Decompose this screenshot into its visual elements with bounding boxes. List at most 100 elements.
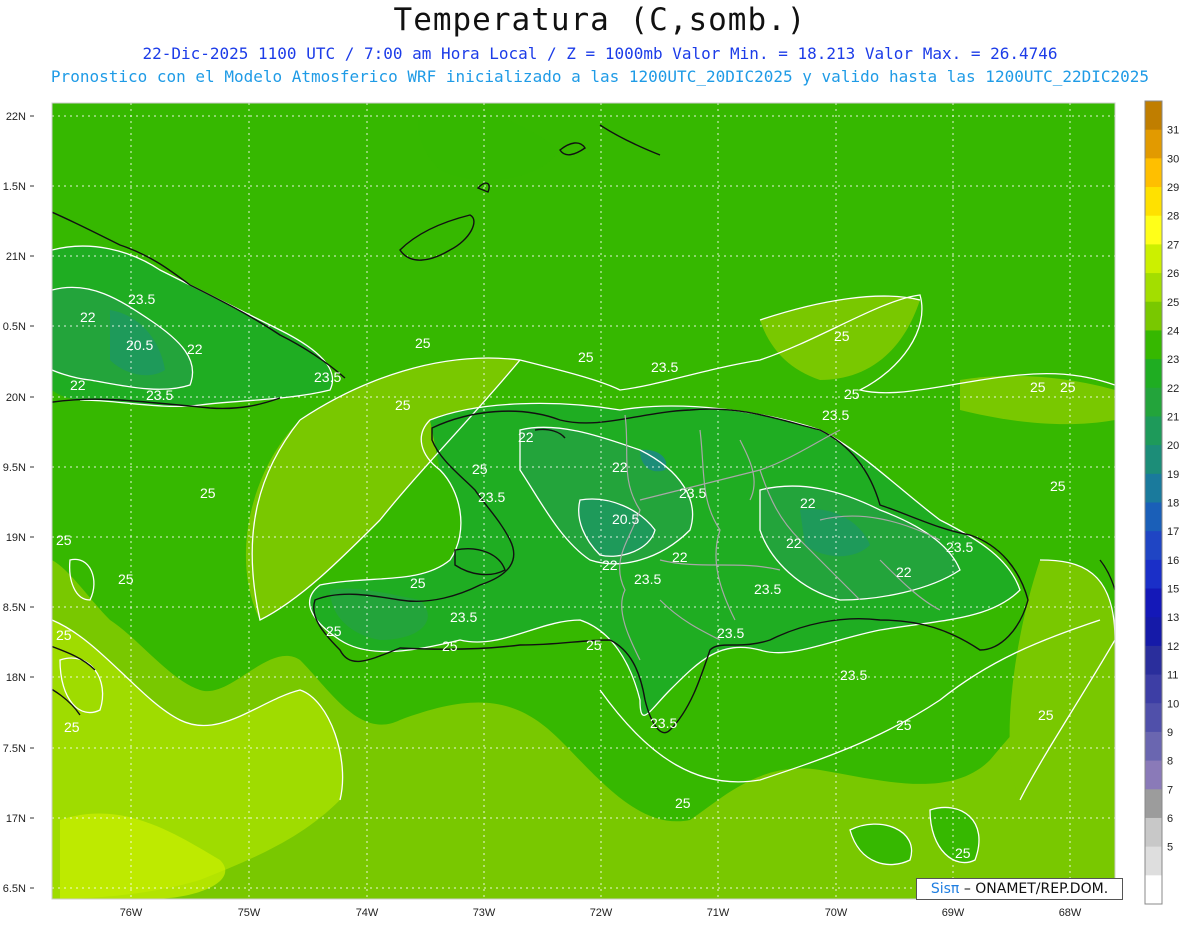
colorbar-label: 8 (1167, 756, 1173, 768)
contour-label: 25 (118, 571, 134, 587)
colorbar-label: 21 (1167, 411, 1179, 423)
colorbar-label: 11 (1167, 670, 1178, 682)
colorbar: 31 30 29 28 27 26 25 24 23 22 21 20 19 18 17 16 15 13 12 11… (1144, 100, 1179, 905)
contour-label: 25 (472, 461, 488, 477)
colorbar-label: 9 (1167, 727, 1173, 739)
contour-label: 25 (410, 575, 426, 591)
temperature-map: 23.5 22 20.5 22 22 23.5 25 25 25 25 23.5… (3, 100, 1179, 919)
shaded-field (52, 103, 1115, 899)
colorbar-label: 17 (1167, 526, 1179, 538)
colorbar-swatch (1145, 129, 1162, 159)
contour-label: 25 (586, 637, 602, 653)
colorbar-label: 30 (1167, 153, 1179, 165)
contour-label: 25 (395, 397, 411, 413)
colorbar-swatch (1145, 416, 1162, 446)
colorbar-label: 31 (1167, 125, 1179, 137)
colorbar-label: 24 (1167, 325, 1179, 337)
colorbar-label: 7 (1167, 784, 1173, 796)
contour-label: 22 (896, 564, 912, 580)
colorbar-swatch (1145, 817, 1162, 848)
lon-label: 71W (707, 907, 730, 919)
lat-label: 19N (6, 532, 26, 544)
colorbar-swatch (1145, 703, 1162, 733)
colorbar-swatch (1145, 617, 1162, 647)
colorbar-swatch (1145, 559, 1162, 590)
credit-text: – ONAMET/REP.DOM. (963, 881, 1109, 897)
colorbar-swatch (1145, 731, 1162, 762)
colorbar-label: 18 (1167, 498, 1179, 510)
colorbar-swatch (1145, 760, 1162, 790)
contour-label: 25 (1050, 478, 1066, 494)
colorbar-swatch (1145, 846, 1162, 876)
colorbar-label: 10 (1167, 698, 1179, 710)
latitude-labels: 22N 1.5N 21N 0.5N 20N 9.5N 19N 8.5N 18N … (3, 111, 26, 895)
credit-box: Sisπ – ONAMET/REP.DOM. (916, 878, 1123, 900)
contour-label: 23.5 (314, 369, 341, 385)
contour-label: 25 (200, 485, 216, 501)
lat-label: 22N (6, 111, 26, 123)
lat-label: 8.5N (3, 602, 26, 614)
lat-label: 1.5N (3, 181, 26, 193)
contour-label: 25 (56, 627, 72, 643)
colorbar-label: 16 (1167, 555, 1179, 567)
contour-label: 23.5 (478, 489, 505, 505)
contour-label: 25 (326, 623, 342, 639)
lon-label: 74W (356, 907, 379, 919)
contour-label: 25 (834, 328, 850, 344)
colorbar-swatch (1145, 158, 1162, 188)
colorbar-label: 26 (1167, 268, 1179, 280)
longitude-labels: 76W 75W 74W 73W 72W 71W 70W 69W 68W (120, 907, 1082, 919)
colorbar-label: 25 (1167, 297, 1179, 309)
lat-label: 20N (6, 392, 26, 404)
colorbar-swatch (1145, 101, 1162, 131)
colorbar-label: 15 (1167, 584, 1179, 596)
contour-label: 23.5 (717, 625, 744, 641)
colorbar-swatch (1145, 244, 1162, 274)
svg-text:23.5: 23.5 (840, 667, 867, 683)
contour-label: 22 (518, 429, 534, 445)
lat-label: 9.5N (3, 462, 26, 474)
contour-label: 23.5 (146, 387, 173, 403)
colorbar-label: 22 (1167, 383, 1179, 395)
contour-label: 25 (578, 349, 594, 365)
colorbar-label: 13 (1167, 612, 1179, 624)
contour-label: 22 (80, 309, 96, 325)
contour-label: 20.5 (612, 511, 639, 527)
contour-label: 22 (187, 341, 203, 357)
lon-label: 73W (473, 907, 496, 919)
svg-text:23.5: 23.5 (450, 609, 477, 625)
colorbar-swatch (1145, 789, 1162, 819)
colorbar-label: 19 (1167, 469, 1179, 481)
contour-label: 23.5 (128, 291, 155, 307)
lon-label: 75W (238, 907, 261, 919)
contour-label: 20.5 (126, 337, 153, 353)
lat-label: 7.5N (3, 743, 26, 755)
svg-text:23.5: 23.5 (650, 715, 677, 731)
colorbar-label: 23 (1167, 354, 1179, 366)
colorbar-swatch (1145, 359, 1162, 389)
contour-label: 23.5 (946, 539, 973, 555)
lon-label: 76W (120, 907, 143, 919)
contour-label: 23.5 (754, 581, 781, 597)
contour-label: 23.5 (651, 359, 678, 375)
contour-label: 22 (70, 377, 86, 393)
lat-label: 21N (6, 251, 26, 263)
colorbar-swatch (1145, 215, 1162, 245)
lon-label: 69W (942, 907, 965, 919)
contour-label: 22 (602, 557, 618, 573)
colorbar-label: 12 (1167, 641, 1179, 653)
contour-label: 23.5 (679, 485, 706, 501)
colorbar-label: 29 (1167, 182, 1179, 194)
contour-label: 25 (442, 638, 458, 654)
colorbar-swatch (1145, 387, 1162, 417)
colorbar-swatch (1145, 330, 1162, 360)
contour-label: 25 (844, 386, 860, 402)
colorbar-swatch (1145, 502, 1162, 532)
contour-label: 25 (415, 335, 431, 351)
contour-label: 22 (672, 549, 688, 565)
lat-label: 18N (6, 672, 26, 684)
colorbar-swatch (1145, 674, 1162, 704)
colorbar-label: 27 (1167, 239, 1179, 251)
svg-text:25: 25 (675, 795, 691, 811)
contour-label: 23.5 (634, 571, 661, 587)
